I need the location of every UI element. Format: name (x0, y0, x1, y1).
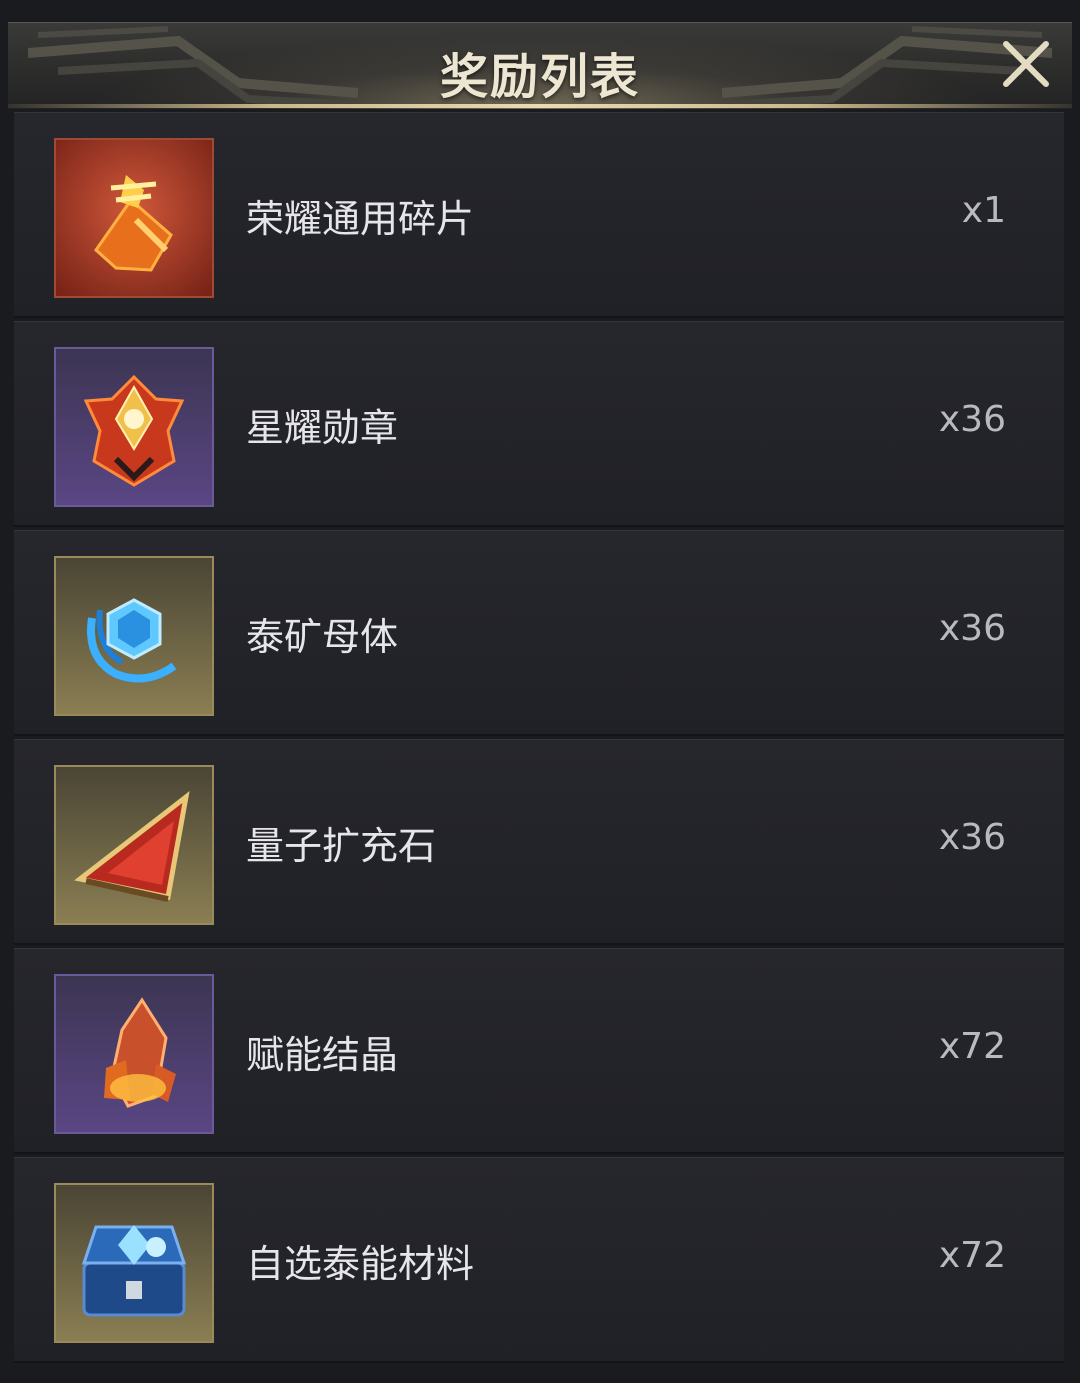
reward-quantity: x72 (938, 1026, 1006, 1067)
star-medal-icon (56, 349, 212, 505)
reward-quantity: x36 (938, 399, 1006, 440)
reward-icon-frame (54, 765, 214, 925)
reward-row: 自选泰能材料 x72 (14, 1157, 1064, 1363)
reward-name: 泰矿母体 (246, 615, 399, 659)
dialog-header: 奖励列表 (8, 22, 1072, 109)
reward-icon-frame (54, 138, 214, 298)
reward-quantity: x36 (938, 608, 1006, 649)
reward-icon-frame (54, 347, 214, 507)
reward-name: 荣耀通用碎片 (246, 197, 475, 241)
dialog-title: 奖励列表 (439, 49, 640, 105)
reward-name: 量子扩充石 (246, 824, 437, 868)
material-chest-icon (56, 1185, 212, 1341)
glory-fragment-icon (56, 140, 212, 296)
close-icon (1003, 41, 1049, 87)
reward-list-dialog: 奖励列表 荣耀通用碎片 x1 星耀勋章 x36 泰矿母体 x36 量子扩充石 x… (0, 0, 1080, 1383)
reward-name: 星耀勋章 (246, 406, 399, 450)
reward-name: 自选泰能材料 (246, 1242, 475, 1286)
reward-row: 量子扩充石 x36 (14, 739, 1064, 945)
reward-icon-frame (54, 1183, 214, 1343)
reward-icon-frame (54, 974, 214, 1134)
energy-crystal-icon (56, 976, 212, 1132)
tai-ore-matrix-icon (56, 558, 212, 714)
reward-row: 赋能结晶 x72 (14, 948, 1064, 1154)
quantum-stone-icon (56, 767, 212, 923)
reward-quantity: x72 (938, 1235, 1006, 1276)
reward-icon-frame (54, 556, 214, 716)
reward-quantity: x1 (961, 190, 1006, 231)
close-button[interactable] (996, 34, 1056, 94)
reward-row: 荣耀通用碎片 x1 (14, 112, 1064, 318)
reward-row: 星耀勋章 x36 (14, 321, 1064, 527)
reward-name: 赋能结晶 (246, 1033, 399, 1077)
reward-row: 泰矿母体 x36 (14, 530, 1064, 736)
reward-list: 荣耀通用碎片 x1 星耀勋章 x36 泰矿母体 x36 量子扩充石 x36 赋能… (14, 112, 1064, 1383)
reward-quantity: x36 (938, 817, 1006, 858)
header-divider (8, 104, 1072, 108)
